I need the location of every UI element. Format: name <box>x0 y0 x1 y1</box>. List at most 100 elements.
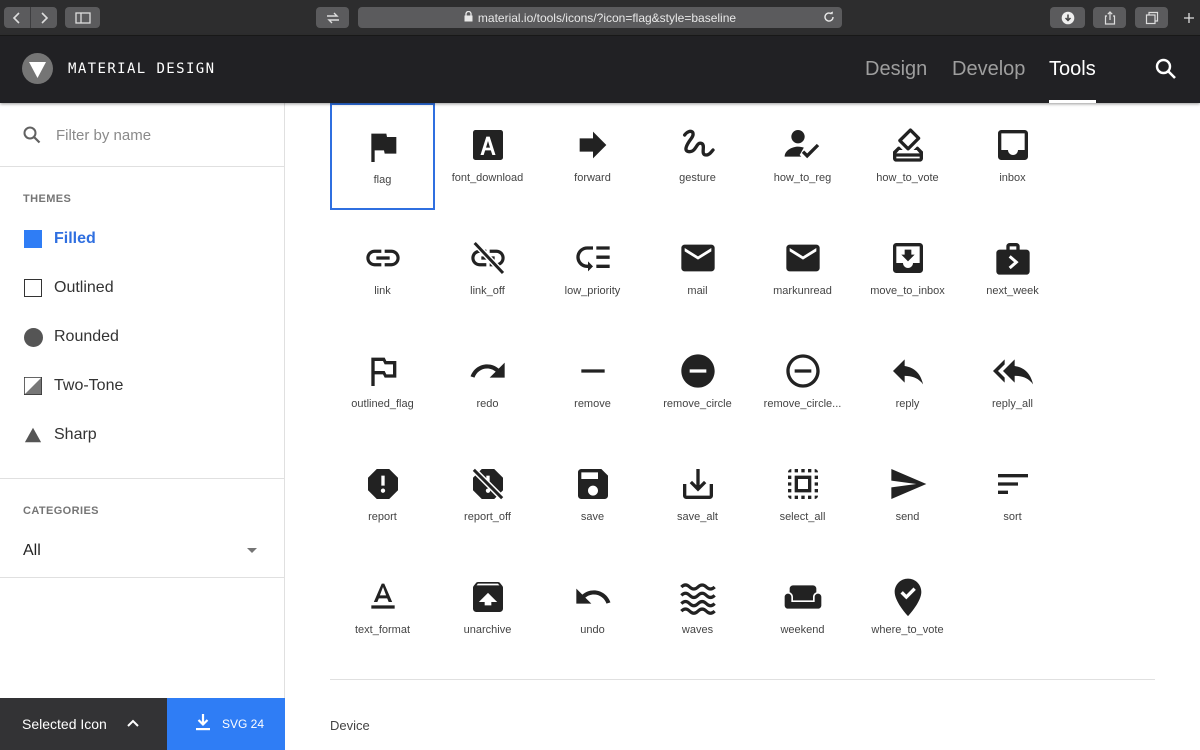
link-off-icon <box>470 240 505 276</box>
icon-cell-sort[interactable]: sort <box>960 442 1065 549</box>
sharp-swatch-icon <box>24 427 42 443</box>
nav-design[interactable]: Design <box>865 36 927 103</box>
icon-name: remove_circle... <box>763 398 842 410</box>
icon-cell-reply[interactable]: reply <box>855 329 960 436</box>
icon-name: undo <box>580 624 605 636</box>
remove-circle-icon <box>680 354 715 388</box>
text-format-icon <box>370 583 395 609</box>
theme-two-tone[interactable]: Two-Tone <box>0 366 284 406</box>
how-to-vote-icon <box>892 128 923 162</box>
theme-filled[interactable]: Filled <box>0 219 284 259</box>
category-select[interactable]: All <box>0 528 284 576</box>
icon-cell-gesture[interactable]: gesture <box>645 103 750 210</box>
selected-icon-bar[interactable]: Selected Icon <box>0 698 167 750</box>
rounded-swatch-icon <box>24 327 43 347</box>
icon-name: weekend <box>780 624 825 636</box>
filter-input[interactable] <box>56 123 266 147</box>
theme-label: Filled <box>54 230 96 247</box>
download-svg-button[interactable]: SVG 24 <box>167 698 285 750</box>
brand-title[interactable]: MATERIAL DESIGN <box>68 61 215 77</box>
icon-name: waves <box>681 624 714 636</box>
icon-cell-save-alt[interactable]: save_alt <box>645 442 750 549</box>
icon-cell-report[interactable]: report <box>330 442 435 549</box>
icon-cell-link[interactable]: link <box>330 216 435 323</box>
icon-cell-remove-circle[interactable]: remove_circle <box>645 329 750 436</box>
icon-cell-where-to-vote[interactable]: where_to_vote <box>855 555 960 662</box>
icon-cell-mail[interactable]: mail <box>645 216 750 323</box>
icon-cell-undo[interactable]: undo <box>540 555 645 662</box>
icon-name: text_format <box>354 624 411 636</box>
icon-name: how_to_vote <box>876 172 939 184</box>
link-icon <box>365 249 400 267</box>
icon-cell-link-off[interactable]: link_off <box>435 216 540 323</box>
icon-cell-text-format[interactable]: text_format <box>330 555 435 662</box>
icon-name: reply_all <box>992 398 1033 410</box>
icon-name: font_download <box>451 172 524 184</box>
icon-cell-markunread[interactable]: markunread <box>750 216 855 323</box>
icon-name: move_to_inbox <box>870 285 945 297</box>
report-icon <box>367 469 398 499</box>
search-icon[interactable] <box>1154 57 1178 86</box>
sidebar-toggle-button[interactable] <box>65 7 100 28</box>
nav-tools[interactable]: Tools <box>1049 36 1096 103</box>
share-button[interactable] <box>1093 7 1126 28</box>
themes-label: THEMES <box>23 193 72 205</box>
mail-icon <box>680 244 715 272</box>
icon-name: markunread <box>773 285 832 297</box>
reload-icon[interactable] <box>822 10 836 27</box>
theme-rounded[interactable]: Rounded <box>0 317 284 357</box>
icon-cell-next-week[interactable]: next_week <box>960 216 1065 323</box>
icon-cell-reply-all[interactable]: reply_all <box>960 329 1065 436</box>
sort-icon <box>997 474 1028 494</box>
new-tab-button[interactable] <box>1178 7 1200 28</box>
icon-cell-flag[interactable]: flag <box>330 103 435 210</box>
inbox-icon <box>997 130 1028 160</box>
save-icon <box>577 469 608 499</box>
two-tone-swatch-icon <box>24 377 42 395</box>
icon-cell-remove-circle-outline[interactable]: remove_circle... <box>750 329 855 436</box>
icon-name: low_priority <box>564 285 621 297</box>
icon-cell-save[interactable]: save <box>540 442 645 549</box>
icon-cell-outlined-flag[interactable]: outlined_flag <box>330 329 435 436</box>
icon-name: report <box>368 511 397 523</box>
send-icon <box>890 469 926 499</box>
icon-cell-how-to-vote[interactable]: how_to_vote <box>855 103 960 210</box>
icon-cell-redo[interactable]: redo <box>435 329 540 436</box>
back-button[interactable] <box>4 7 30 28</box>
icon-cell-font-download[interactable]: font_download <box>435 103 540 210</box>
icon-name: save <box>580 511 605 523</box>
icon-cell-select-all[interactable]: select_all <box>750 442 855 549</box>
icon-name: flag <box>373 174 392 186</box>
icon-cell-inbox[interactable]: inbox <box>960 103 1065 210</box>
icon-cell-move-to-inbox[interactable]: move_to_inbox <box>855 216 960 323</box>
icon-cell-forward[interactable]: forward <box>540 103 645 210</box>
icon-name: forward <box>574 172 611 184</box>
icon-cell-how-to-reg[interactable]: how_to_reg <box>750 103 855 210</box>
icon-name: how_to_reg <box>773 172 832 184</box>
font-download-icon <box>472 130 503 160</box>
nav-develop[interactable]: Develop <box>952 36 1025 103</box>
icon-cell-remove[interactable]: remove <box>540 329 645 436</box>
material-logo-icon[interactable] <box>22 53 53 84</box>
tabs-button[interactable] <box>1135 7 1168 28</box>
icon-name: sort <box>1003 511 1022 523</box>
icon-cell-report-off[interactable]: report_off <box>435 442 540 549</box>
forward-button[interactable] <box>30 7 57 28</box>
theme-sharp[interactable]: Sharp <box>0 415 284 455</box>
icon-name: link <box>374 285 391 297</box>
icon-cell-low-priority[interactable]: low_priority <box>540 216 645 323</box>
filled-swatch-icon <box>24 230 42 248</box>
downloads-button[interactable] <box>1050 7 1085 28</box>
gesture-icon <box>682 129 715 157</box>
chevron-up-icon[interactable] <box>126 716 140 730</box>
address-bar[interactable]: material.io/tools/icons/?icon=flag&style… <box>358 7 842 28</box>
icon-cell-waves[interactable]: waves <box>645 555 750 662</box>
reader-button[interactable] <box>316 7 349 28</box>
remove-icon <box>580 369 605 373</box>
theme-outlined[interactable]: Outlined <box>0 268 284 308</box>
icon-cell-send[interactable]: send <box>855 442 960 549</box>
icon-cell-weekend[interactable]: weekend <box>750 555 855 662</box>
icon-cell-unarchive[interactable]: unarchive <box>435 555 540 662</box>
download-label: SVG 24 <box>222 717 265 731</box>
undo-icon <box>575 588 610 604</box>
